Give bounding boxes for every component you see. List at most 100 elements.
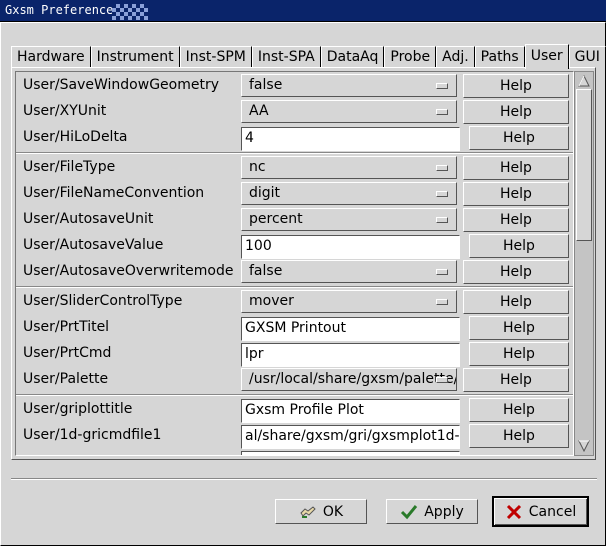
checkmark-icon	[401, 504, 418, 519]
setting-dropdown[interactable]: digit	[241, 182, 457, 205]
setting-row-partial	[16, 449, 573, 455]
scroll-down-arrow-icon[interactable]	[578, 440, 590, 452]
tab-strip: Hardware Instrument Inst-SPM Inst-SPA Da…	[11, 44, 606, 69]
dropdown-indicator-icon	[436, 217, 448, 223]
dropdown-value: mover	[249, 293, 294, 309]
help-button[interactable]: Help	[469, 234, 569, 258]
apply-button[interactable]: Apply	[386, 499, 478, 524]
setting-row: User/SliderControlType mover Help	[16, 289, 573, 315]
help-button[interactable]: Help	[469, 398, 569, 422]
cancel-button[interactable]: Cancel	[492, 496, 589, 527]
dropdown-indicator-icon	[436, 269, 448, 275]
ok-button[interactable]: OK	[275, 499, 367, 524]
group-separator	[16, 286, 573, 288]
setting-label: User/AutosaveOverwritemode	[23, 263, 234, 279]
tab-instrument[interactable]: Instrument	[90, 46, 180, 68]
setting-label: User/HiLoDelta	[23, 129, 128, 145]
tab-user[interactable]: User	[524, 44, 569, 69]
tab-gui[interactable]: GUI	[568, 46, 606, 68]
help-button[interactable]: Help	[463, 290, 569, 314]
setting-input[interactable]: 100	[241, 235, 460, 259]
setting-input[interactable]	[241, 451, 460, 455]
setting-row: User/griplottitle Gxsm Profile Plot Help	[16, 397, 573, 423]
group-separator	[16, 152, 573, 154]
setting-row: User/Palette /usr/local/share/gxsm/palet…	[16, 367, 573, 393]
setting-row: User/FileNameConvention digit Help	[16, 181, 573, 207]
setting-dropdown[interactable]: /usr/local/share/gxsm/palette/	[241, 368, 457, 391]
group-separator	[16, 394, 573, 396]
red-x-icon	[506, 504, 521, 519]
tab-hardware[interactable]: Hardware	[11, 46, 91, 68]
dialog-separator	[11, 478, 597, 480]
setting-dropdown[interactable]: AA	[241, 100, 457, 123]
dropdown-value: false	[249, 77, 283, 93]
help-button[interactable]: Help	[463, 74, 569, 98]
tab-inst-spa[interactable]: Inst-SPA	[251, 46, 321, 68]
dropdown-indicator-icon	[436, 109, 448, 115]
title-bar[interactable]: Gxsm Preferences	[0, 0, 606, 22]
dropdown-indicator-icon	[436, 165, 448, 171]
dropdown-indicator-icon	[436, 377, 448, 383]
setting-label: User/SaveWindowGeometry	[23, 77, 219, 93]
dropdown-value: nc	[249, 159, 266, 175]
apply-label: Apply	[424, 503, 464, 520]
setting-input[interactable]: 4	[241, 127, 460, 151]
tab-adj[interactable]: Adj.	[436, 46, 475, 68]
setting-row: User/PrtCmd lpr Help	[16, 341, 573, 367]
help-button[interactable]: Help	[463, 208, 569, 232]
help-button[interactable]: Help	[469, 342, 569, 366]
setting-dropdown[interactable]: mover	[241, 290, 457, 313]
help-button[interactable]: Help	[463, 368, 569, 392]
tab-paths[interactable]: Paths	[474, 46, 525, 68]
vertical-scrollbar[interactable]	[574, 71, 594, 456]
setting-label: User/AutosaveUnit	[23, 211, 154, 227]
setting-label: User/PrtTitel	[23, 319, 110, 335]
help-button[interactable]: Help	[463, 182, 569, 206]
tab-dataaq[interactable]: DataAq	[320, 46, 385, 68]
setting-dropdown[interactable]: nc	[241, 156, 457, 179]
dropdown-value: /usr/local/share/gxsm/palette/	[249, 371, 457, 387]
setting-row: User/AutosaveUnit percent Help	[16, 207, 573, 233]
scroll-thumb[interactable]	[576, 89, 592, 241]
setting-row: User/1d-gricmdfile1 al/share/gxsm/gri/gx…	[16, 423, 573, 449]
setting-row: User/SaveWindowGeometry false Help	[16, 73, 573, 99]
dropdown-value: false	[249, 263, 283, 279]
scroll-up-arrow-icon[interactable]	[578, 75, 590, 87]
dropdown-indicator-icon	[436, 299, 448, 305]
setting-row: User/AutosaveOverwritemode false Help	[16, 259, 573, 285]
setting-label: User/Palette	[23, 371, 109, 387]
setting-row: User/PrtTitel GXSM Printout Help	[16, 315, 573, 341]
setting-input[interactable]: GXSM Printout	[241, 317, 460, 341]
setting-label: User/SliderControlType	[23, 293, 183, 309]
help-button[interactable]: Help	[463, 260, 569, 284]
help-button[interactable]: Help	[469, 316, 569, 340]
help-button[interactable]: Help	[469, 126, 569, 150]
dropdown-indicator-icon	[436, 83, 448, 89]
setting-input[interactable]: al/share/gxsm/gri/gxsmplot1d-1.gri	[241, 425, 460, 449]
dropdown-value: percent	[249, 211, 303, 227]
setting-row: User/XYUnit AA Help	[16, 99, 573, 125]
setting-label: User/FileNameConvention	[23, 185, 205, 201]
setting-row: User/AutosaveValue 100 Help	[16, 233, 573, 259]
tab-probe[interactable]: Probe	[384, 46, 437, 68]
dropdown-value: AA	[249, 103, 269, 119]
dropdown-value: digit	[249, 185, 281, 201]
cancel-label: Cancel	[528, 503, 577, 520]
setting-label: User/XYUnit	[23, 103, 107, 119]
setting-label: User/FileType	[23, 159, 116, 175]
setting-input[interactable]: lpr	[241, 343, 460, 367]
setting-input[interactable]: Gxsm Profile Plot	[241, 399, 460, 423]
help-button[interactable]: Help	[463, 156, 569, 180]
settings-panel: User/SaveWindowGeometry false Help User/…	[15, 71, 574, 456]
setting-label: User/1d-gricmdfile1	[23, 427, 162, 443]
dropdown-indicator-icon	[436, 191, 448, 197]
tab-inst-spm[interactable]: Inst-SPM	[179, 46, 252, 68]
setting-label: User/AutosaveValue	[23, 237, 164, 253]
setting-dropdown[interactable]: false	[241, 260, 457, 283]
help-button[interactable]: Help	[469, 424, 569, 448]
setting-row: User/HiLoDelta 4 Help	[16, 125, 573, 151]
setting-dropdown[interactable]: false	[241, 74, 457, 97]
help-button[interactable]: Help	[463, 100, 569, 124]
title-bar-grip	[112, 4, 148, 20]
setting-dropdown[interactable]: percent	[241, 208, 457, 231]
